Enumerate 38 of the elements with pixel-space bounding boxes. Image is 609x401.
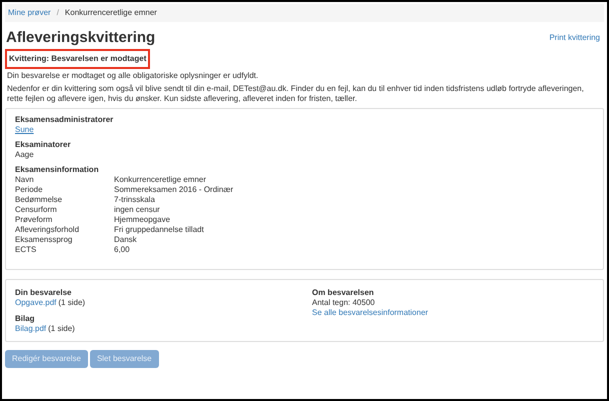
page-count: (1 side): [48, 324, 75, 334]
admin-link[interactable]: Sune: [15, 125, 34, 134]
page-count: (1 side): [58, 298, 86, 308]
section-heading: Din besvarelse: [15, 288, 72, 298]
info-label: Periode: [15, 185, 44, 195]
section-heading: Eksamensinformation: [15, 165, 100, 175]
receipt-heading: Kvittering: Besvarelsen er modtaget: [5, 49, 150, 69]
info-value: 6,00: [114, 245, 130, 255]
section-heading: Om besvarelsen: [312, 288, 375, 298]
info-label: Navn: [15, 175, 35, 185]
section-heading: Bilag: [15, 314, 36, 324]
info-value: ingen censur: [114, 205, 160, 215]
info-label: Censurform: [15, 205, 58, 215]
breadcrumb-separator: /: [56, 7, 59, 19]
print-link[interactable]: Print kvittering: [549, 32, 600, 44]
file-link[interactable]: Bilag.pdf: [15, 324, 46, 334]
info-label: Eksamenssprog: [15, 235, 74, 245]
info-label: Bedømmelse: [15, 195, 64, 205]
info-label: Afleveringsforhold: [15, 225, 80, 235]
info-label: Prøveform: [15, 215, 54, 225]
info-value: 7-trinsskala: [114, 195, 155, 205]
info-value: Fri gruppedannelse tilladt: [114, 225, 204, 235]
section-heading: Eksamensadministratorer: [15, 115, 114, 125]
breadcrumb-current: Konkurrenceretlige emner: [64, 7, 157, 19]
details-link[interactable]: Se alle besvarelsesinformationer: [312, 308, 428, 317]
confirmation-text: Din besvarelse er modtaget og alle obligatoriske oplysninger er udfyldt.: [7, 71, 260, 81]
info-value: Dansk: [114, 235, 137, 245]
file-link[interactable]: Opgave.pdf: [15, 298, 56, 308]
section-heading: Eksaminatorer: [15, 140, 72, 150]
info-value: Konkurrenceretlige emner: [114, 175, 206, 185]
info-label: ECTS: [15, 245, 38, 255]
examiner-name: Aage: [15, 150, 35, 160]
character-count: Antal tegn: 40500: [312, 298, 376, 308]
receipt-paragraph: Nedenfor er din kvittering som også vil blive sendt til din e-mail, DETest@au.dk. Finder du en fejl, kan du til enhver tid inden tidsfristens udløb fortryde afleveringen, rette fejlen og aflevere igen, hvis du ønsker. Kun sidste aflevering, afleveret inden for fristen, tæller.: [7, 84, 585, 104]
info-value: Sommereksamen 2016 - Ordinær: [114, 185, 234, 195]
page-title: Afleveringskvittering: [6, 30, 156, 45]
info-value: Hjemmeopgave: [114, 215, 170, 225]
breadcrumb-link[interactable]: Mine prøver: [8, 7, 51, 19]
